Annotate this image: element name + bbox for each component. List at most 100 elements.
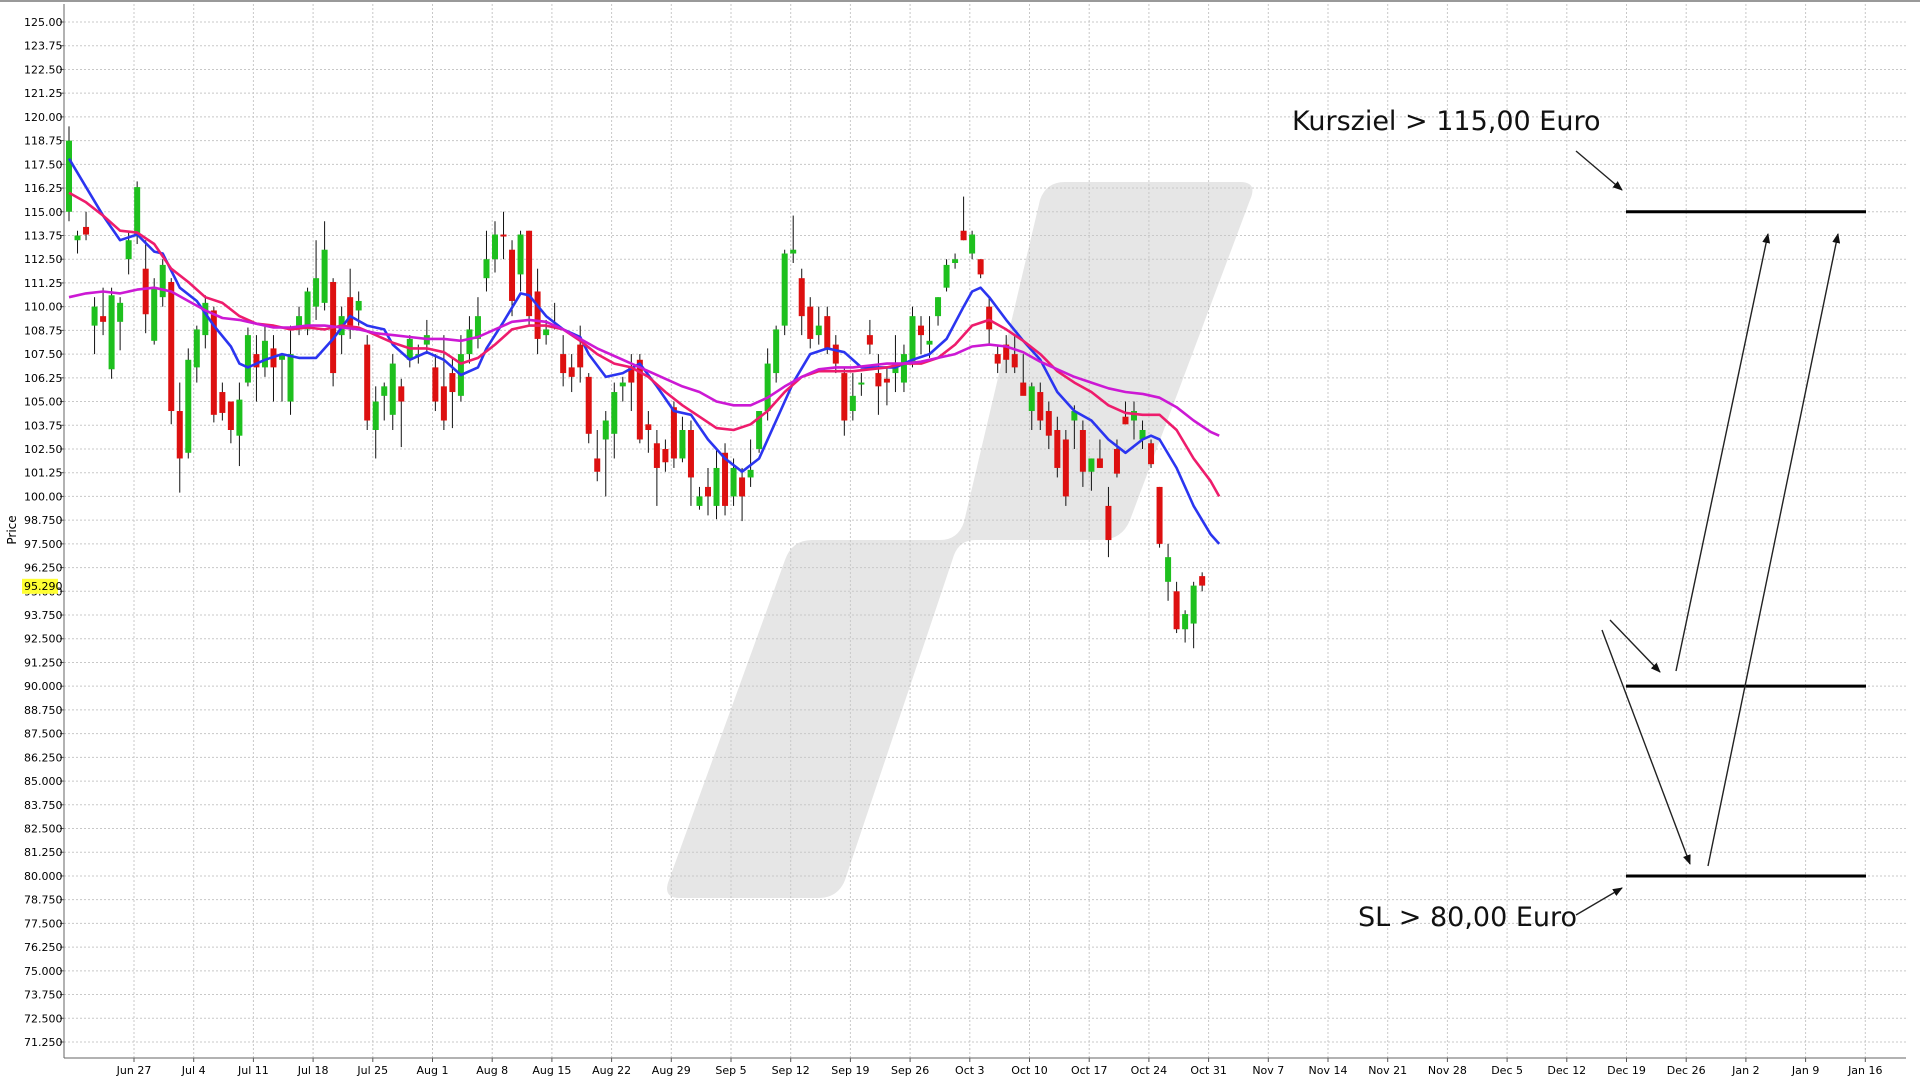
candle-body — [355, 300, 362, 311]
x-tick-label: Oct 10 — [1011, 1064, 1048, 1077]
candle — [168, 278, 175, 425]
candle-body — [159, 264, 166, 298]
y-tick-label: 108.75 — [24, 324, 63, 337]
candle-body — [994, 354, 1001, 364]
candle-body — [866, 335, 873, 345]
x-tick-label: Sep 19 — [831, 1064, 869, 1077]
candle-body — [1037, 392, 1044, 421]
y-tick-label: 87.500 — [24, 728, 63, 741]
candle-body — [134, 187, 141, 237]
x-tick-label: Jul 18 — [297, 1064, 329, 1077]
y-tick-label: 85.000 — [24, 775, 63, 788]
candle-body — [577, 344, 584, 368]
y-tick-label: 121.25 — [24, 87, 63, 100]
y-tick-label: 122.50 — [24, 63, 63, 76]
candle-body — [900, 354, 907, 383]
candle-body — [389, 363, 396, 415]
target-annotation: Kursziel > 115,00 Euro — [1292, 106, 1600, 137]
candle-body — [918, 325, 924, 336]
y-tick-label: 125.00 — [24, 16, 63, 29]
candle-body — [602, 420, 609, 440]
candle-body — [781, 253, 788, 326]
candle-body — [313, 278, 320, 307]
x-tick-label: Nov 28 — [1428, 1064, 1467, 1077]
y-tick-label: 98.750 — [24, 514, 63, 527]
y-tick-label: 116.25 — [24, 182, 63, 195]
candle-body — [585, 376, 592, 434]
x-tick-label: Dec 12 — [1547, 1064, 1586, 1077]
candle-body — [832, 344, 839, 364]
candle — [722, 443, 729, 516]
candle-body — [764, 363, 771, 412]
candle-body — [1028, 386, 1035, 412]
y-tick-label: 80.000 — [24, 870, 63, 883]
candle-body — [509, 249, 516, 301]
candle-body — [653, 443, 660, 468]
candle-body — [568, 367, 575, 377]
candle-body — [449, 373, 456, 393]
y-tick-label: 112.50 — [24, 253, 63, 266]
x-tick-label: Oct 24 — [1131, 1064, 1168, 1077]
candle-body — [858, 382, 865, 385]
y-tick-label: 86.250 — [24, 751, 63, 764]
candle-body — [1088, 458, 1095, 472]
candle — [364, 335, 371, 430]
candle-body — [935, 297, 942, 317]
candle-body — [798, 278, 805, 317]
x-tick-label: Dec 5 — [1491, 1064, 1523, 1077]
candle-body — [1148, 443, 1155, 465]
stop-loss-annotation: SL > 80,00 Euro — [1358, 902, 1577, 933]
candle-body — [790, 249, 797, 254]
candle-body — [1113, 448, 1120, 474]
candle-body — [1096, 458, 1103, 468]
candle-body — [619, 382, 626, 387]
candle-body — [91, 306, 98, 326]
y-tick-label: 113.75 — [24, 229, 63, 242]
y-tick-label: 93.750 — [24, 609, 63, 622]
x-tick-label: Aug 8 — [476, 1064, 508, 1077]
candle-body — [517, 234, 524, 275]
y-tick-label: 82.500 — [24, 823, 63, 836]
y-tick-label: 73.750 — [24, 989, 63, 1002]
y-tick-label: 78.750 — [24, 894, 63, 907]
candle-body — [943, 264, 950, 288]
candle-body — [952, 259, 959, 264]
y-tick-label: 117.50 — [24, 158, 63, 171]
x-tick-label: Aug 1 — [417, 1064, 449, 1077]
candle-body — [83, 226, 90, 235]
candle-body — [977, 259, 984, 275]
y-tick-label: 88.750 — [24, 704, 63, 717]
candle — [108, 287, 115, 379]
y-tick-label: 106.25 — [24, 372, 63, 385]
candle-body — [1182, 614, 1189, 630]
x-tick-label: Aug 15 — [532, 1064, 571, 1077]
candle — [1062, 430, 1069, 506]
candle-body — [883, 378, 890, 383]
candle-body — [1011, 354, 1018, 368]
candle-body — [696, 496, 703, 506]
y-tick-label: 75.000 — [24, 965, 63, 978]
candle-body — [543, 329, 550, 336]
candle-body — [773, 329, 780, 374]
candle-body — [1156, 486, 1163, 544]
candle-body — [227, 401, 234, 430]
candle-body — [534, 291, 541, 339]
candle-body — [1122, 416, 1129, 425]
candle-body — [168, 281, 175, 412]
y-tick-label: 72.500 — [24, 1012, 63, 1025]
candle-body — [432, 367, 439, 402]
y-tick-label: 83.750 — [24, 799, 63, 812]
candle-body — [125, 240, 132, 260]
candle — [781, 249, 788, 336]
x-tick-label: Dec 26 — [1667, 1064, 1706, 1077]
candle-body — [679, 430, 686, 459]
last-price-label: 95.290 — [24, 580, 63, 593]
candle-body — [440, 386, 447, 421]
candle-body — [74, 235, 81, 241]
y-tick-label: 96.250 — [24, 562, 63, 575]
candle-body — [824, 316, 831, 349]
candle — [185, 348, 192, 459]
candle-body — [1045, 411, 1052, 436]
candle-body — [1054, 430, 1061, 468]
x-tick-label: Jan 16 — [1847, 1064, 1882, 1077]
